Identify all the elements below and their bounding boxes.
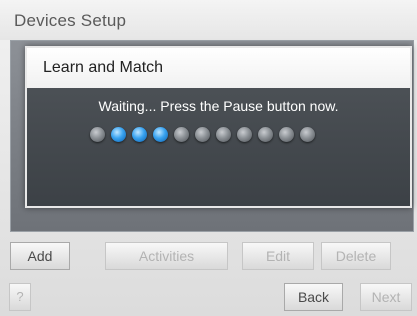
page-title: Devices Setup bbox=[14, 11, 127, 30]
action-buttons: Add Activities Edit Delete bbox=[0, 242, 417, 270]
progress-dot-active bbox=[111, 127, 126, 142]
edit-button[interactable]: Edit bbox=[242, 242, 314, 270]
dialog-title: Learn and Match bbox=[43, 59, 164, 76]
devices-setup-screen: Devices Setup Learn and Match Waiting...… bbox=[0, 0, 417, 316]
progress-dot bbox=[195, 127, 210, 142]
navigation-buttons: ? Back Next bbox=[0, 283, 417, 311]
progress-dot bbox=[237, 127, 252, 142]
next-button[interactable]: Next bbox=[360, 283, 412, 311]
add-button[interactable]: Add bbox=[10, 242, 70, 270]
dialog-header: Learn and Match bbox=[27, 48, 410, 88]
progress-indicator bbox=[90, 127, 340, 145]
progress-dot bbox=[174, 127, 189, 142]
progress-dot bbox=[279, 127, 294, 142]
activities-button[interactable]: Activities bbox=[105, 242, 228, 270]
help-button[interactable]: ? bbox=[9, 283, 31, 311]
learn-and-match-dialog: Learn and Match Waiting... Press the Pau… bbox=[25, 46, 412, 208]
progress-dot-active bbox=[153, 127, 168, 142]
title-bar: Devices Setup bbox=[0, 0, 417, 40]
progress-dot bbox=[90, 127, 105, 142]
delete-button[interactable]: Delete bbox=[321, 242, 391, 270]
back-button[interactable]: Back bbox=[284, 283, 343, 311]
progress-dot-active bbox=[132, 127, 147, 142]
progress-dot bbox=[300, 127, 315, 142]
progress-dot bbox=[258, 127, 273, 142]
dialog-message: Waiting... Press the Pause button now. bbox=[98, 98, 339, 114]
progress-dot bbox=[216, 127, 231, 142]
